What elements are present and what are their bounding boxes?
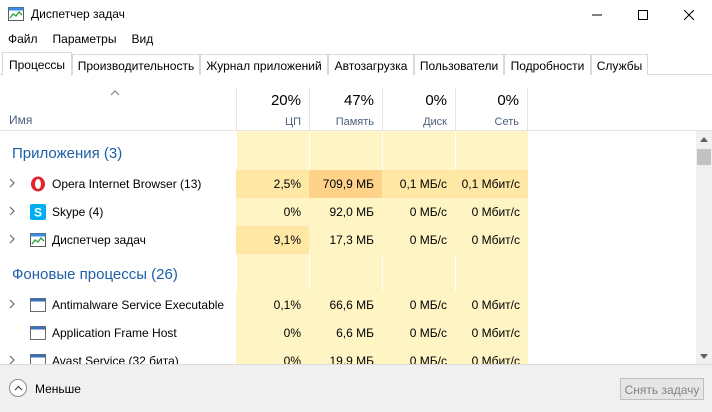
chevron-down-icon (700, 353, 708, 359)
disk-cell: 0 МБ/с (382, 319, 455, 347)
disk-cell: 0,1 МБ/с (382, 170, 455, 198)
memory-label: Память (335, 116, 374, 128)
minimize-button[interactable] (574, 0, 620, 30)
tab-startup[interactable]: Автозагрузка (328, 54, 414, 75)
tab-performance[interactable]: Производительность (72, 54, 200, 75)
service-icon (30, 298, 46, 312)
memory-cell: 92,0 МБ (309, 198, 382, 226)
table-row[interactable]: Avast Service (32 бита) 0% 19,9 МБ 0 МБ/… (0, 347, 696, 364)
chevron-right-icon[interactable] (8, 299, 16, 309)
menu-bar: Файл Параметры Вид (0, 30, 712, 50)
chevron-up-icon (700, 136, 708, 142)
scroll-down-button[interactable] (696, 348, 712, 364)
cpu-total: 20% (270, 92, 301, 109)
memory-cell: 66,6 МБ (309, 291, 382, 319)
disk-total: 0% (425, 92, 447, 109)
close-button[interactable] (666, 0, 712, 30)
svg-text:S: S (34, 206, 42, 220)
tab-services[interactable]: Службы (591, 54, 648, 75)
network-cell: 0 Мбит/с (455, 347, 528, 364)
service-icon (30, 326, 46, 340)
close-icon (684, 10, 694, 20)
network-cell: 0 Мбит/с (455, 226, 528, 254)
cpu-cell: 0% (236, 319, 309, 347)
tab-bar: Процессы Производительность Журнал прило… (0, 52, 712, 76)
menu-file[interactable]: Файл (0, 30, 45, 50)
tab-details[interactable]: Подробности (504, 54, 591, 75)
network-cell: 0 Мбит/с (455, 291, 528, 319)
maximize-icon (638, 10, 648, 20)
chevron-right-icon[interactable] (8, 206, 16, 216)
process-name: Application Frame Host (52, 326, 177, 340)
task-manager-icon (8, 7, 24, 21)
column-cpu[interactable]: 20% ЦП (236, 88, 309, 131)
network-label: Сеть (494, 116, 519, 128)
disk-cell: 0 МБ/с (382, 226, 455, 254)
fewer-details-link[interactable]: Меньше (35, 382, 81, 396)
scrollbar-thumb[interactable] (697, 149, 711, 165)
disk-cell: 0 МБ/с (382, 291, 455, 319)
group-background-title: Фоновые процессы (26) (12, 266, 178, 283)
scroll-up-button[interactable] (696, 131, 712, 147)
memory-cell: 17,3 МБ (309, 226, 382, 254)
cpu-cell: 0,1% (236, 291, 309, 319)
process-name: Skype (4) (52, 205, 104, 219)
cpu-cell: 0% (236, 347, 309, 364)
chevron-right-icon[interactable] (8, 178, 16, 188)
title-bar: Диспетчер задач (0, 0, 712, 30)
process-name: Avast Service (32 бита) (52, 354, 179, 364)
table-row[interactable]: Antimalware Service Executable 0,1% 66,6… (0, 291, 696, 319)
cpu-label: ЦП (284, 116, 301, 128)
vertical-scrollbar[interactable] (696, 131, 712, 364)
tab-app-history[interactable]: Журнал приложений (200, 54, 328, 75)
cpu-cell: 2,5% (236, 170, 309, 198)
memory-cell: 6,6 МБ (309, 319, 382, 347)
service-icon (30, 354, 46, 364)
network-total: 0% (497, 92, 519, 109)
chevron-up-icon (14, 385, 22, 391)
table-row[interactable]: S Skype (4) 0% 92,0 МБ 0 МБ/с 0 Мбит/с (0, 198, 696, 226)
process-name: Opera Internet Browser (13) (52, 177, 202, 191)
table-row[interactable]: Opera Internet Browser (13) 2,5% 709,9 М… (0, 170, 696, 198)
network-cell: 0,1 Мбит/с (455, 170, 528, 198)
disk-label: Диск (423, 116, 447, 128)
chevron-right-icon[interactable] (8, 234, 16, 244)
process-list: Приложения (3) Opera Internet Browser (1… (0, 131, 696, 364)
column-disk[interactable]: 0% Диск (382, 88, 455, 131)
disk-cell: 0 МБ/с (382, 198, 455, 226)
cpu-cell: 0% (236, 198, 309, 226)
network-cell: 0 Мбит/с (455, 319, 528, 347)
footer-bar: Меньше Снять задачу (0, 364, 712, 412)
memory-cell: 19,9 МБ (309, 347, 382, 364)
process-name: Antimalware Service Executable (52, 298, 225, 312)
network-cell: 0 Мбит/с (455, 198, 528, 226)
fewer-details-toggle[interactable] (9, 379, 27, 397)
task-manager-icon (30, 233, 46, 247)
column-name[interactable]: Имя (9, 113, 32, 127)
group-apps-title: Приложения (3) (12, 145, 123, 162)
opera-icon (31, 176, 45, 192)
maximize-button[interactable] (620, 0, 666, 30)
process-name: Диспетчер задач (52, 233, 146, 247)
disk-cell: 0 МБ/с (382, 347, 455, 364)
memory-cell: 709,9 МБ (309, 170, 382, 198)
chevron-right-icon[interactable] (8, 355, 16, 364)
memory-total: 47% (343, 92, 374, 109)
cpu-cell: 9,1% (236, 226, 309, 254)
table-row[interactable]: Диспетчер задач 9,1% 17,3 МБ 0 МБ/с 0 Мб… (0, 226, 696, 254)
menu-view[interactable]: Вид (123, 30, 160, 50)
skype-icon: S (30, 204, 46, 220)
end-task-button[interactable]: Снять задачу (620, 378, 704, 400)
table-row[interactable]: Application Frame Host 0% 6,6 МБ 0 МБ/с … (0, 319, 696, 347)
sort-ascending-icon (110, 90, 120, 96)
menu-options[interactable]: Параметры (45, 30, 124, 50)
column-memory[interactable]: 47% Память (309, 88, 382, 131)
window-title: Диспетчер задач (31, 7, 125, 21)
column-network[interactable]: 0% Сеть (455, 88, 528, 131)
tab-users[interactable]: Пользователи (414, 54, 504, 75)
minimize-icon (592, 14, 602, 16)
tab-processes[interactable]: Процессы (2, 52, 72, 76)
